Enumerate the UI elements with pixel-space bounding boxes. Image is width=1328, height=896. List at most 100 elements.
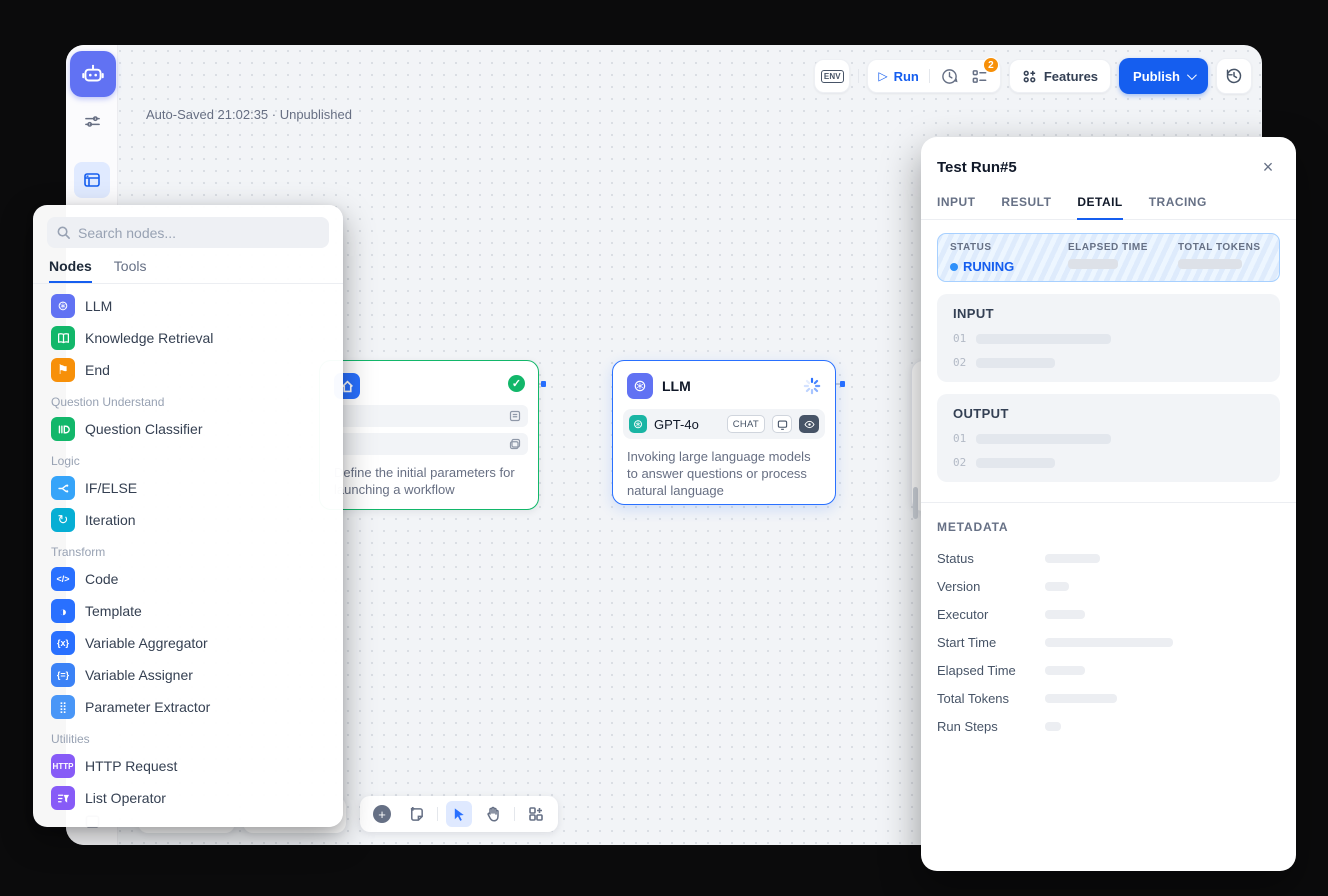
question-classifier-icon bbox=[51, 417, 75, 441]
line-number: 01 bbox=[953, 332, 966, 345]
line-number: 02 bbox=[953, 356, 966, 369]
node-item-if-else[interactable]: IF/ELSE bbox=[39, 472, 337, 504]
model-name: GPT-4o bbox=[654, 417, 720, 432]
end-icon: ⚑ bbox=[51, 358, 75, 382]
blocks-panel-toggle[interactable] bbox=[74, 162, 110, 198]
add-note-button[interactable] bbox=[403, 801, 429, 827]
orchestrate-settings-icon[interactable] bbox=[74, 103, 110, 139]
input-skeleton bbox=[976, 334, 1111, 344]
output-skeleton bbox=[976, 434, 1111, 444]
add-node-button[interactable]: + bbox=[369, 801, 395, 827]
metadata-row: Run Steps bbox=[921, 712, 1296, 740]
input-card: INPUT 01 02 bbox=[937, 294, 1280, 382]
node-item-list-operator[interactable]: List Operator bbox=[39, 782, 337, 814]
publish-button[interactable]: Publish bbox=[1119, 58, 1208, 94]
node-item-http-request[interactable]: HTTP HTTP Request bbox=[39, 750, 337, 782]
metadata-row: Status bbox=[921, 544, 1296, 572]
run-history-clock-button[interactable] bbox=[940, 66, 960, 86]
node-item-iteration[interactable]: ↻ Iteration bbox=[39, 504, 337, 536]
iteration-icon: ↻ bbox=[51, 508, 75, 532]
metadata-row: Executor bbox=[921, 600, 1296, 628]
autosave-status: Auto-Saved 21:02:35 · Unpublished bbox=[146, 107, 352, 122]
input-title: INPUT bbox=[953, 306, 1264, 321]
app-robot-icon[interactable] bbox=[70, 51, 116, 97]
chat-mode-badge: CHAT bbox=[727, 415, 765, 433]
start-variable-row[interactable] bbox=[332, 433, 528, 455]
metadata-row: Elapsed Time bbox=[921, 656, 1296, 684]
line-number: 02 bbox=[953, 456, 966, 469]
node-item-llm[interactable]: ⊛ LLM bbox=[39, 290, 337, 322]
node-item-template[interactable]: ◑ Template bbox=[39, 595, 337, 627]
llm-node-icon: ⊛ bbox=[627, 373, 653, 399]
features-button[interactable]: Features bbox=[1009, 59, 1111, 93]
start-node-description: Define the initial parameters for launch… bbox=[334, 464, 528, 498]
knowledge-retrieval-icon bbox=[51, 326, 75, 350]
status-value: RUNING bbox=[950, 259, 1068, 274]
start-variable-row[interactable] bbox=[332, 405, 528, 427]
http-request-icon: HTTP bbox=[51, 754, 75, 778]
top-toolbar: ENV ▷ Run 2 Features bbox=[814, 58, 1252, 94]
node-item-end[interactable]: ⚑ End bbox=[39, 354, 337, 386]
hand-tool-button[interactable] bbox=[480, 801, 506, 827]
tab-tracing[interactable]: TRACING bbox=[1149, 195, 1207, 219]
status-card: STATUS RUNING ELAPSED TIME TOTAL TOKENS bbox=[937, 233, 1280, 282]
node-search-input[interactable] bbox=[78, 225, 308, 241]
scrollbar-thumb[interactable] bbox=[913, 487, 918, 519]
node-list: ⊛ LLM Knowledge Retrieval ⚑ End Question… bbox=[33, 284, 343, 814]
eye-icon bbox=[799, 415, 819, 433]
paragraph-icon bbox=[509, 410, 521, 422]
checklist-count-badge: 2 bbox=[983, 57, 999, 73]
metadata-skeleton bbox=[1045, 694, 1117, 703]
openai-icon: ⊛ bbox=[629, 415, 647, 433]
metadata-row: Total Tokens bbox=[921, 684, 1296, 712]
checklist-button[interactable]: 2 bbox=[970, 66, 990, 86]
close-icon[interactable]: × bbox=[1256, 155, 1280, 179]
group-question-understand: Question Understand bbox=[39, 386, 337, 413]
metadata-skeleton bbox=[1045, 638, 1173, 647]
start-node[interactable]: ✓ Define the initial parameters for laun… bbox=[319, 360, 539, 510]
tab-detail[interactable]: DETAIL bbox=[1077, 195, 1122, 219]
metadata-skeleton bbox=[1045, 666, 1085, 675]
test-run-panel: Test Run#5 × INPUT RESULT DETAIL TRACING… bbox=[921, 137, 1296, 871]
node-search-box[interactable] bbox=[47, 217, 329, 248]
node-item-question-classifier[interactable]: Question Classifier bbox=[39, 413, 337, 445]
plus-circle-icon: + bbox=[373, 805, 391, 823]
run-play-icon: ▷ bbox=[878, 69, 887, 83]
node-item-variable-aggregator[interactable]: {x} Variable Aggregator bbox=[39, 627, 337, 659]
run-group: ▷ Run 2 bbox=[867, 59, 1001, 93]
tab-tools[interactable]: Tools bbox=[114, 258, 147, 283]
status-dot-icon bbox=[950, 263, 958, 271]
parameter-extractor-icon: ⣿ bbox=[51, 695, 75, 719]
nodes-panel: Nodes Tools ⊛ LLM Knowledge Retrieval ⚑ … bbox=[33, 205, 343, 827]
env-icon: ENV bbox=[821, 70, 844, 83]
total-tokens-label: TOTAL TOKENS bbox=[1178, 242, 1261, 253]
model-selector[interactable]: ⊛ GPT-4o CHAT bbox=[623, 409, 825, 439]
elapsed-time-label: ELAPSED TIME bbox=[1068, 242, 1178, 253]
metadata-row: Version bbox=[921, 572, 1296, 600]
tab-result[interactable]: RESULT bbox=[1001, 195, 1051, 219]
tab-nodes[interactable]: Nodes bbox=[49, 258, 92, 283]
canvas-toolbar: + bbox=[360, 796, 558, 832]
chevron-down-icon bbox=[1187, 70, 1197, 80]
group-utilities: Utilities bbox=[39, 723, 337, 750]
node-item-knowledge-retrieval[interactable]: Knowledge Retrieval bbox=[39, 322, 337, 354]
llm-node-description: Invoking large language models to answer… bbox=[627, 448, 821, 499]
output-card: OUTPUT 01 02 bbox=[937, 394, 1280, 482]
tab-input[interactable]: INPUT bbox=[937, 195, 975, 219]
pointer-tool-button[interactable] bbox=[446, 801, 472, 827]
run-button[interactable]: ▷ Run bbox=[878, 69, 919, 84]
node-item-parameter-extractor[interactable]: ⣿ Parameter Extractor bbox=[39, 691, 337, 723]
env-button[interactable]: ENV bbox=[814, 59, 850, 93]
version-history-button[interactable] bbox=[1216, 58, 1252, 94]
status-label: STATUS bbox=[950, 242, 1068, 253]
variable-assigner-icon: {=} bbox=[51, 663, 75, 687]
organize-layout-button[interactable] bbox=[523, 801, 549, 827]
line-number: 01 bbox=[953, 432, 966, 445]
output-skeleton bbox=[976, 458, 1055, 468]
llm-node[interactable]: ⊛ LLM ⊛ GPT-4o CHAT bbox=[612, 360, 836, 505]
node-item-variable-assigner[interactable]: {=} Variable Assigner bbox=[39, 659, 337, 691]
input-skeleton bbox=[976, 358, 1055, 368]
search-icon bbox=[56, 225, 71, 240]
elapsed-time-skeleton bbox=[1068, 259, 1118, 269]
node-item-code[interactable]: </> Code bbox=[39, 563, 337, 595]
